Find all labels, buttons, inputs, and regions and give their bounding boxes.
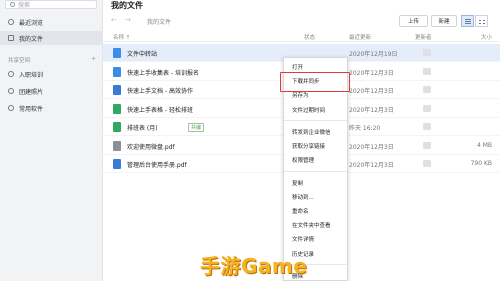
sidebar-item-label: 团建照片 [19, 88, 44, 96]
file-name: 快速上手表格 - 轻松排班 [127, 106, 193, 114]
file-icon [113, 66, 121, 77]
file-name: 快速上手收集表 - 培训报名 [127, 69, 199, 77]
context-menu-item[interactable]: 获取分享链接 [292, 142, 325, 150]
column-name-header[interactable]: 名称 ↑ [113, 33, 130, 41]
file-updated: 2020年12月19日 [349, 51, 398, 58]
column-updated-header: 最近更新 [349, 35, 372, 41]
updater-avatar [423, 104, 431, 112]
file-icon [113, 48, 121, 58]
file-name: 文件中转站 [127, 51, 158, 58]
main-panel: 我的文件 ← → 我的文件 上传 新建 名称 ↑ 状态 最近更新 更新者 大小 … [103, 0, 500, 281]
menu-divider [284, 171, 347, 172]
updater-avatar [423, 67, 431, 75]
search-input[interactable]: 搜索 [5, 0, 97, 9]
sidebar-item-label: 常用软件 [19, 105, 44, 113]
sidebar-item-recent[interactable]: 最近浏览 [0, 15, 103, 29]
collab-tag: 共编 [188, 123, 205, 132]
file-icon [113, 140, 121, 151]
watermark-logo: 手游Game [200, 254, 308, 278]
file-icon [113, 159, 121, 169]
new-button[interactable]: 新建 [431, 15, 457, 27]
file-updated: 昨天 16:20 [349, 125, 381, 132]
page-title: 我的文件 [111, 1, 143, 10]
sidebar-item-label: 入职培训 [19, 71, 44, 79]
file-size: 790 KB [470, 160, 492, 167]
shared-section-label: 共享空间 [8, 58, 31, 64]
file-name: 管理后台使用手册.pdf [127, 162, 187, 169]
context-menu-item[interactable]: 移动到... [292, 193, 314, 201]
column-size-header: 大小 [480, 35, 492, 41]
file-icon [113, 103, 121, 114]
sidebar-item-label: 我的文件 [19, 35, 44, 43]
folder-icon [8, 35, 14, 41]
context-menu-item[interactable]: 转发到企业微信 [292, 128, 331, 136]
sidebar-item-software[interactable]: 常用软件 [0, 101, 103, 115]
file-updated: 2020年12月3日 [349, 162, 394, 169]
context-menu-item[interactable]: 另存为 [292, 91, 309, 99]
context-menu-item[interactable]: 文件详情 [292, 235, 314, 243]
context-menu-item[interactable]: 打开 [292, 63, 303, 71]
context-menu-item[interactable]: 权限管理 [292, 156, 314, 164]
table-header: 名称 ↑ 状态 最近更新 更新者 大小 [103, 30, 500, 42]
upload-button[interactable]: 上传 [399, 15, 428, 27]
file-icon [113, 85, 121, 95]
column-updater-header: 更新者 [415, 35, 432, 41]
context-menu-item[interactable]: 重命名 [292, 207, 309, 215]
column-status-header: 状态 [304, 35, 316, 41]
context-menu-item[interactable]: 在文件夹中查看 [292, 221, 331, 229]
list-view-icon[interactable] [461, 15, 474, 27]
updater-avatar [423, 141, 431, 149]
context-menu-item[interactable]: 文件过期时间 [292, 106, 325, 114]
updater-avatar [423, 86, 431, 93]
shared-section-header: 共享空间 + [8, 56, 96, 64]
sidebar: 搜索 最近浏览 我的文件 共享空间 + 入职培训 团建照片 常用软件 [0, 0, 103, 281]
forward-arrow-icon[interactable]: → [125, 16, 131, 24]
file-size: 4 MB [476, 141, 492, 149]
menu-divider [284, 120, 347, 121]
file-updated: 2020年12月3日 [349, 143, 394, 151]
group-icon [8, 105, 14, 111]
search-placeholder: 搜索 [18, 2, 31, 9]
sidebar-item-my-files[interactable]: 我的文件 [0, 31, 103, 45]
sidebar-item-onboarding[interactable]: 入职培训 [0, 67, 103, 81]
file-updated: 2020年12月3日 [349, 88, 394, 95]
file-name: 快速上手文档 - 高效协作 [127, 88, 193, 95]
group-icon [8, 71, 14, 77]
search-icon [10, 2, 15, 7]
grid-view-icon[interactable] [475, 15, 488, 27]
breadcrumb[interactable]: 我的文件 [147, 17, 171, 26]
file-updated: 2020年12月3日 [349, 106, 394, 114]
sidebar-item-label: 最近浏览 [19, 19, 44, 27]
toolbar: ← → 我的文件 上传 新建 [103, 12, 500, 29]
back-arrow-icon[interactable]: ← [111, 16, 117, 24]
updater-avatar [423, 123, 431, 130]
updater-avatar [423, 49, 431, 56]
context-menu-item[interactable]: 复制 [292, 179, 303, 187]
file-icon [113, 122, 121, 132]
clock-icon [8, 19, 14, 25]
file-name: 排班表 (月) [127, 125, 158, 132]
file-updated: 2020年12月3日 [349, 69, 394, 77]
updater-avatar [423, 160, 431, 167]
add-shared-space-button[interactable]: + [91, 56, 96, 64]
group-icon [8, 88, 14, 94]
highlight-box [280, 72, 350, 92]
sidebar-item-team-photos[interactable]: 团建照片 [0, 84, 103, 98]
file-name: 欢迎使用微盘.pdf [127, 143, 175, 151]
